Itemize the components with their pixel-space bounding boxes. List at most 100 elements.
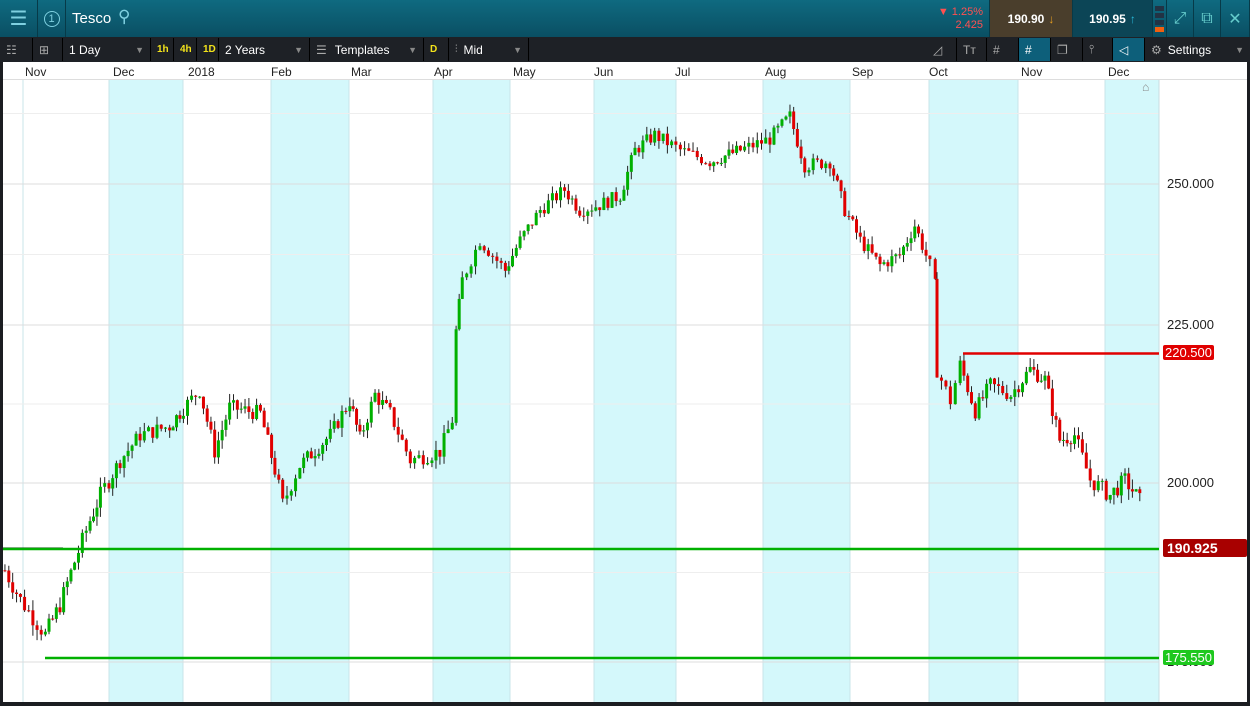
candle-body [890,256,894,267]
candle-body [683,148,687,150]
sell-price: 190.90 [1007,11,1045,26]
price-tick-label: 225.000 [1167,317,1214,332]
candle-body [344,410,348,412]
candle-body [649,134,653,143]
interval-4h[interactable]: 4h [174,38,197,61]
candle-body [610,192,614,208]
candle-body [1112,487,1116,495]
candle-body [882,262,886,265]
candle-body [935,278,939,378]
change-pct: 1.25% [951,5,983,18]
draw-line-icon[interactable]: ◿ [927,38,957,61]
candle-body [18,593,22,597]
candle-body [678,144,682,150]
candle-body [633,147,637,156]
buy-button[interactable]: 190.95 ↑ [1073,0,1153,37]
layout-icon[interactable]: ⊞ [33,38,63,61]
candle-body [578,210,582,216]
price-type-select[interactable]: ⫶ Mid ▼ [449,38,529,61]
candle-body [811,158,815,171]
candle-body [507,266,511,271]
symbol-name[interactable]: Tesco [72,10,111,27]
candle-body [807,170,811,173]
candle-body [969,392,973,404]
candle-body [653,130,657,143]
price-level-tag[interactable]: 175.550 [1163,650,1214,666]
candle-body [924,249,928,256]
candle-body [606,197,610,208]
range-select[interactable]: 2 Years ▼ [219,38,310,61]
sell-button[interactable]: 190.90 ↓ [990,0,1073,37]
candle-body [1021,383,1025,393]
candle-body [534,212,538,226]
candle-body [570,198,574,200]
month-label: May [513,65,536,79]
candle-body [1054,415,1058,420]
menu-icon[interactable]: ☰ [0,0,38,37]
d-badge[interactable]: D [424,38,449,61]
candle-body [309,451,313,459]
candle-body [417,455,421,458]
chart-toolbar: ☷ ⊞ 1 Day ▼ 1h 4h 1D 2 Years ▼ ☰ Templates ▼… [0,37,1250,62]
list-icon[interactable]: ☷ [0,38,33,61]
candle-body [178,415,182,419]
grid-icon[interactable]: # [987,38,1019,61]
interval-1h[interactable]: 1h [151,38,174,61]
expand-icon[interactable]: ⤢ [1167,0,1194,37]
candle-body [503,262,507,271]
candle-body [31,610,35,626]
candle-body [362,430,366,432]
alerts-badge[interactable]: 1 [38,0,66,37]
candle-body [348,406,352,412]
candle-body [332,421,336,429]
candle-body [103,483,107,487]
candle-body [305,451,309,458]
candle-body [1036,369,1040,382]
grid-edit-icon[interactable]: # [1019,38,1051,61]
time-axis: Nov Dec 2018 Feb Mar Apr May Jun Jul Aug Sep Oct Nov… [3,62,1247,80]
templates-button[interactable]: ☰ Templates ▼ [310,38,424,61]
month-band [929,62,1018,702]
candle-body [231,400,235,403]
month-band [763,62,850,702]
close-icon[interactable]: ✕ [1221,0,1250,37]
candle-body [855,219,859,233]
candle-body [538,209,542,213]
candle-body [213,429,217,458]
popout-icon[interactable]: ⧉ [1194,0,1221,37]
price-level-tag[interactable]: 220.500 [1163,345,1214,361]
candle-body [614,192,618,202]
price-level-tag[interactable]: 190.925 [1163,538,1247,557]
interval-select[interactable]: 1 Day ▼ [63,38,151,61]
text-size-icon[interactable]: Tт [957,38,987,61]
candle-body [803,158,807,173]
candle-body [598,207,602,211]
candle-body [122,456,126,469]
layers-icon[interactable]: ❐ [1051,38,1083,61]
crosshair-icon[interactable]: ⫯ [1083,38,1113,61]
candle-body [622,189,626,201]
candle-body [973,403,977,419]
chart-canvas[interactable] [3,62,1247,702]
candle-body [1100,480,1104,482]
candle-body [780,119,784,126]
price-chart[interactable]: Nov Dec 2018 Feb Mar Apr May Jun Jul Aug Sep Oct Nov… [3,62,1247,702]
candle-body [65,581,69,588]
candle-body [866,244,870,252]
candle-body [168,427,172,431]
price-tick-label: 250.000 [1167,176,1214,191]
search-icon[interactable]: ⚲ [118,7,130,27]
settings-button[interactable]: ⚙ Settings ▼ [1145,38,1250,61]
month-label: Nov [25,65,47,79]
interval-1d[interactable]: 1D [197,38,219,61]
candle-body [328,428,332,439]
candle-body [84,530,88,533]
candle-body [522,231,526,237]
candle-body [438,449,442,457]
candle-body [198,396,202,398]
month-band [1105,62,1159,702]
candle-body [526,224,530,232]
candle-body [69,569,73,582]
price-label-icon[interactable]: ◁ [1113,38,1145,61]
home-icon[interactable]: ⌂ [1142,80,1154,94]
